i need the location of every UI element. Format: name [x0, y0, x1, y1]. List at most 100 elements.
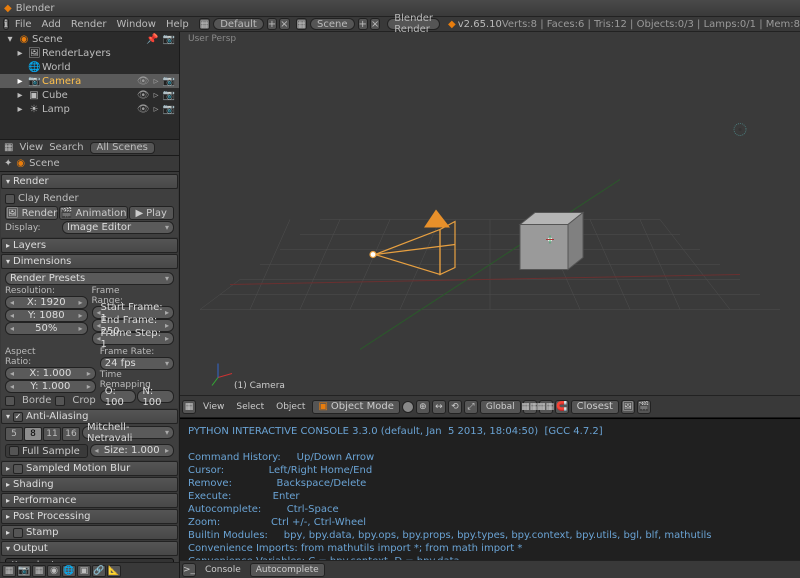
motion-checkbox[interactable] [13, 464, 23, 474]
outliner-item[interactable]: Cube [42, 90, 137, 101]
panel-shading[interactable]: ▸Shading [1, 477, 178, 492]
snap-magnet-icon[interactable]: 🧲 [555, 400, 569, 414]
ctx-data-icon[interactable]: 📐 [107, 565, 121, 577]
play-button[interactable]: ▶ Play [129, 206, 175, 220]
aa-11[interactable]: 11 [43, 427, 61, 441]
scene-del-icon[interactable]: × [370, 18, 380, 30]
pin-icon[interactable]: 📌 [146, 34, 158, 45]
res-pct[interactable]: ◂50%▸ [5, 322, 88, 335]
render-anim-icon[interactable]: 🎬 [637, 400, 651, 414]
layout-add-icon[interactable]: + [267, 18, 277, 30]
render-icon[interactable]: 📷 [163, 104, 175, 115]
panel-dimensions[interactable]: ▾Dimensions [1, 254, 178, 269]
menu-file[interactable]: File [10, 19, 37, 30]
outliner-root[interactable]: Scene [32, 34, 146, 45]
display-dropdown[interactable]: Image Editor▾ [62, 221, 174, 234]
eye-icon[interactable]: 👁 [137, 76, 150, 87]
filter-dropdown[interactable]: All Scenes [90, 142, 155, 154]
eye-icon[interactable]: 👁 [137, 90, 150, 101]
res-y[interactable]: ◂Y: 1080▸ [5, 309, 88, 322]
manip-rotate-icon[interactable]: ⟲ [448, 400, 462, 414]
full-sample[interactable]: Full Sample [5, 444, 88, 458]
shading-icon[interactable] [402, 401, 414, 413]
panel-post[interactable]: ▸Post Processing [1, 509, 178, 524]
aa-filter[interactable]: Mitchell-Netravali▾ [82, 426, 174, 439]
crop-checkbox[interactable] [55, 396, 65, 406]
tri-icon[interactable]: ▸ [14, 76, 26, 87]
animation-button[interactable]: 🎬 Animation [59, 206, 127, 220]
scene-browse-icon[interactable]: ▦ [296, 18, 307, 30]
filter-size[interactable]: ◂Size: 1.000▸ [90, 444, 175, 457]
border-checkbox[interactable] [5, 396, 15, 406]
select-menu[interactable]: Select [231, 402, 269, 412]
properties-panel[interactable]: ▾Render Clay Render 🖼 Render 🎬 Animation… [0, 172, 179, 562]
render-icon[interactable]: 📷 [163, 34, 175, 45]
aa-16[interactable]: 16 [62, 427, 80, 441]
search-menu[interactable]: Search [49, 142, 83, 153]
render-button[interactable]: 🖼 Render [5, 206, 58, 220]
cursor-icon[interactable]: ▹ [154, 90, 159, 101]
layers-icon[interactable]: ▦▦ [523, 400, 537, 414]
autocomplete-button[interactable]: Autocomplete [250, 563, 325, 577]
render-icon[interactable]: 📷 [163, 90, 175, 101]
aa-checkbox[interactable] [13, 412, 23, 422]
outliner-item[interactable]: RenderLayers [42, 48, 179, 59]
aspect-y[interactable]: ◂Y: 1.000▸ [5, 380, 96, 393]
outliner[interactable]: ▾◉Scene📌📷 ▸🖼RenderLayers 🌐World ▸📷Camera… [0, 32, 179, 140]
pivot-icon[interactable]: ⊕ [416, 400, 430, 414]
tri-icon[interactable]: ▸ [14, 90, 26, 101]
viewport-3d[interactable]: User Persp [180, 32, 800, 418]
stamp-checkbox[interactable] [13, 528, 23, 538]
editor-type-icon[interactable]: >_ [182, 563, 196, 577]
aa-5[interactable]: 5 [5, 427, 23, 441]
python-console[interactable]: PYTHON INTERACTIVE CONSOLE 3.3.0 (defaul… [180, 418, 800, 578]
scene-name[interactable]: Scene [310, 18, 355, 30]
console-menu[interactable]: Console [200, 565, 246, 575]
clay-checkbox[interactable] [5, 194, 15, 204]
editor-type-icon[interactable]: ▦ [2, 565, 16, 577]
tri-icon[interactable]: ▸ [14, 48, 26, 59]
panel-layers[interactable]: ▸Layers [1, 238, 178, 253]
outliner-item[interactable]: World [42, 62, 179, 73]
panel-motion[interactable]: ▸Sampled Motion Blur [1, 461, 178, 476]
remap-new[interactable]: N: 100 [137, 390, 174, 403]
object-menu[interactable]: Object [271, 402, 310, 412]
layers2-icon[interactable]: ▦▦ [539, 400, 553, 414]
ctx-render-icon[interactable]: 📷 [17, 565, 31, 577]
render-preview-icon[interactable]: 🖼 [621, 400, 635, 414]
manip-translate-icon[interactable]: ↔ [432, 400, 446, 414]
view-menu[interactable]: View [19, 142, 43, 153]
snap-dropdown[interactable]: Closest [571, 400, 619, 414]
layout-del-icon[interactable]: × [279, 18, 289, 30]
menu-add[interactable]: Add [37, 19, 66, 30]
panel-render[interactable]: ▾Render [1, 174, 178, 189]
outliner-item[interactable]: Lamp [42, 104, 137, 115]
ctx-world-icon[interactable]: 🌐 [62, 565, 76, 577]
pin-icon[interactable]: ✦ [4, 158, 12, 169]
frame-step[interactable]: ◂Frame Step: 1▸ [92, 332, 175, 345]
fps-dropdown[interactable]: 24 fps▾ [100, 357, 174, 370]
manip-scale-icon[interactable]: ⤢ [464, 400, 478, 414]
panel-stamp[interactable]: ▸Stamp [1, 525, 178, 540]
menu-window[interactable]: Window [112, 19, 161, 30]
render-icon[interactable]: 📷 [163, 76, 175, 87]
outliner-item[interactable]: Camera [42, 76, 137, 87]
editor-type-icon[interactable]: ▦ [182, 400, 196, 414]
presets-dropdown[interactable]: Render Presets▾ [5, 272, 174, 285]
layout-browse-icon[interactable]: ▦ [199, 18, 210, 30]
ctx-layers-icon[interactable]: ▦ [32, 565, 46, 577]
ctx-constraint-icon[interactable]: 🔗 [92, 565, 106, 577]
render-engine[interactable]: Blender Render [387, 18, 440, 30]
view-menu[interactable]: View [198, 402, 229, 412]
layout-name[interactable]: Default [213, 18, 264, 30]
orientation-dropdown[interactable]: Global [480, 400, 521, 414]
editor-type-icon[interactable]: ▦ [4, 142, 13, 153]
cursor-icon[interactable]: ▹ [154, 76, 159, 87]
menu-render[interactable]: Render [66, 19, 112, 30]
ctx-scene-icon[interactable]: ◉ [47, 565, 61, 577]
tri-icon[interactable]: ▸ [14, 104, 26, 115]
scene-add-icon[interactable]: + [358, 18, 368, 30]
cursor-icon[interactable]: ▹ [154, 104, 159, 115]
mode-dropdown[interactable]: ▣Object Mode [312, 400, 399, 414]
panel-performance[interactable]: ▸Performance [1, 493, 178, 508]
